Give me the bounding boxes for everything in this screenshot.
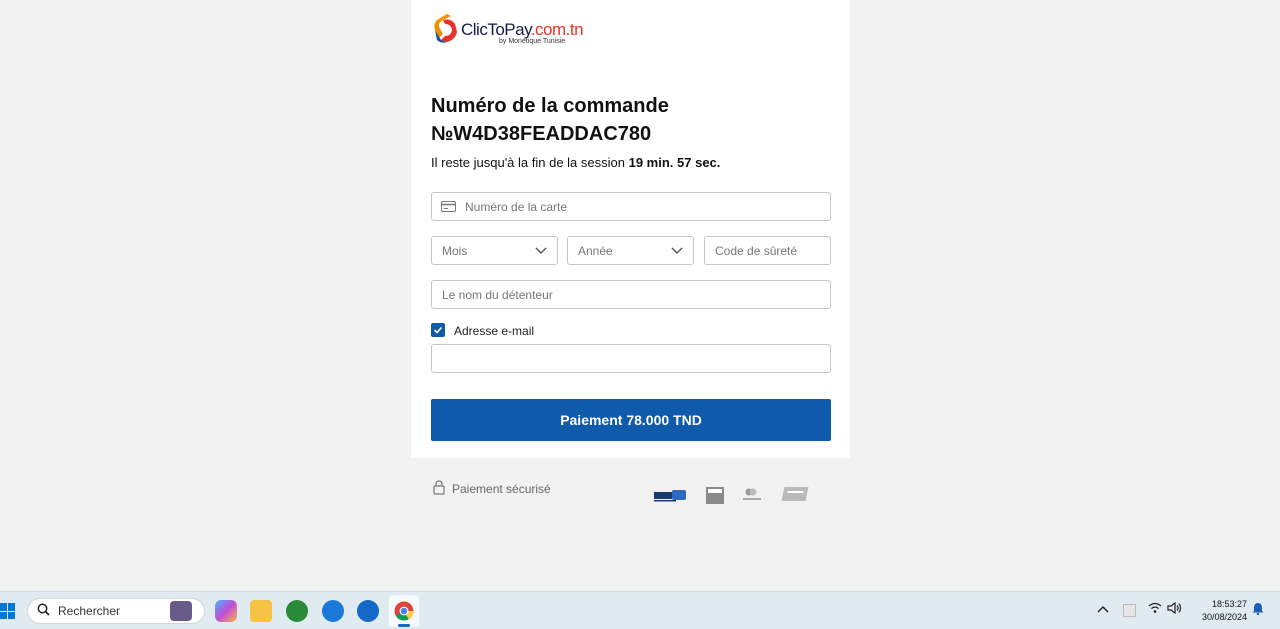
search-placeholder: Rechercher: [58, 604, 121, 618]
security-code-input[interactable]: Code de sûreté: [704, 236, 831, 265]
chevron-down-icon: [535, 244, 547, 258]
cardholder-name-placeholder: Le nom du détenteur: [442, 287, 553, 302]
tray-app-icon[interactable]: [1123, 604, 1136, 617]
month-select[interactable]: Mois: [431, 236, 558, 265]
chrome-icon: [394, 601, 414, 621]
chrome-taskbar-button[interactable]: [389, 595, 419, 627]
session-remaining: 19 min. 57 sec.: [628, 155, 721, 170]
cardholder-name-input[interactable]: Le nom du détenteur: [431, 280, 831, 309]
security-code-placeholder: Code de sûreté: [715, 243, 798, 258]
monetique-logo: [654, 490, 686, 504]
app-store-icon[interactable]: [322, 600, 344, 622]
taskbar-search[interactable]: Rechercher: [27, 598, 205, 624]
brand-name: ClicToPay.com.tn: [461, 20, 584, 39]
email-checkbox[interactable]: [431, 323, 445, 337]
windows-start-icon[interactable]: [0, 603, 16, 619]
wifi-icon[interactable]: [1148, 602, 1162, 617]
page-title: Numéro de la commande №W4D38FEADDAC780: [431, 95, 669, 145]
month-placeholder: Mois: [442, 243, 468, 258]
chevron-up-icon[interactable]: [1097, 602, 1109, 616]
email-input[interactable]: [431, 344, 831, 373]
edge-icon[interactable]: [357, 600, 379, 622]
brand-subtitle: by Monétique Tunisie: [499, 38, 566, 45]
unionpay-logo: [781, 487, 809, 501]
card-number-input[interactable]: Numéro de la carte: [431, 192, 831, 221]
secure-payment-label: Paiement sécurisé: [452, 482, 551, 496]
checkmark-icon: [433, 326, 443, 334]
payment-card: [411, 0, 850, 458]
clock-date: 30/08/2024: [1201, 612, 1247, 622]
clictopay-logo: ClicToPay.com.tn by Monétique Tunisie: [431, 10, 591, 50]
clictopay-logo-mark: [434, 14, 457, 43]
credit-card-icon: [441, 201, 456, 215]
secure-payment: Paiement sécurisé: [433, 480, 551, 498]
taskbar: Rechercher 18:53:27 30/08/2024: [0, 591, 1280, 629]
chevron-down-icon: [671, 244, 683, 258]
mastercard-id-check-logo: [742, 487, 762, 501]
year-select[interactable]: Année: [567, 236, 694, 265]
card-number-placeholder: Numéro de la carte: [465, 199, 568, 214]
clock-time: 18:53:27: [1211, 599, 1247, 609]
visa-logo: [706, 487, 724, 504]
email-checkbox-label[interactable]: Adresse e-mail: [454, 324, 534, 338]
search-icon: [37, 603, 50, 619]
notification-bell-icon[interactable]: [1252, 602, 1264, 618]
file-explorer-icon[interactable]: [250, 600, 272, 622]
search-highlight-icon: [170, 601, 192, 621]
taskbar-clock[interactable]: 18:53:27 30/08/2024: [1193, 598, 1247, 624]
volume-icon[interactable]: [1167, 601, 1182, 617]
lock-icon: [433, 480, 445, 498]
session-timer: Il reste jusqu'à la fin de la session 19…: [431, 155, 720, 170]
year-placeholder: Année: [578, 243, 613, 258]
pay-button[interactable]: Paiement 78.000 TND: [431, 399, 831, 441]
copilot-icon[interactable]: [215, 600, 237, 622]
xbox-icon[interactable]: [286, 600, 308, 622]
session-text: Il reste jusqu'à la fin de la session: [431, 155, 625, 170]
